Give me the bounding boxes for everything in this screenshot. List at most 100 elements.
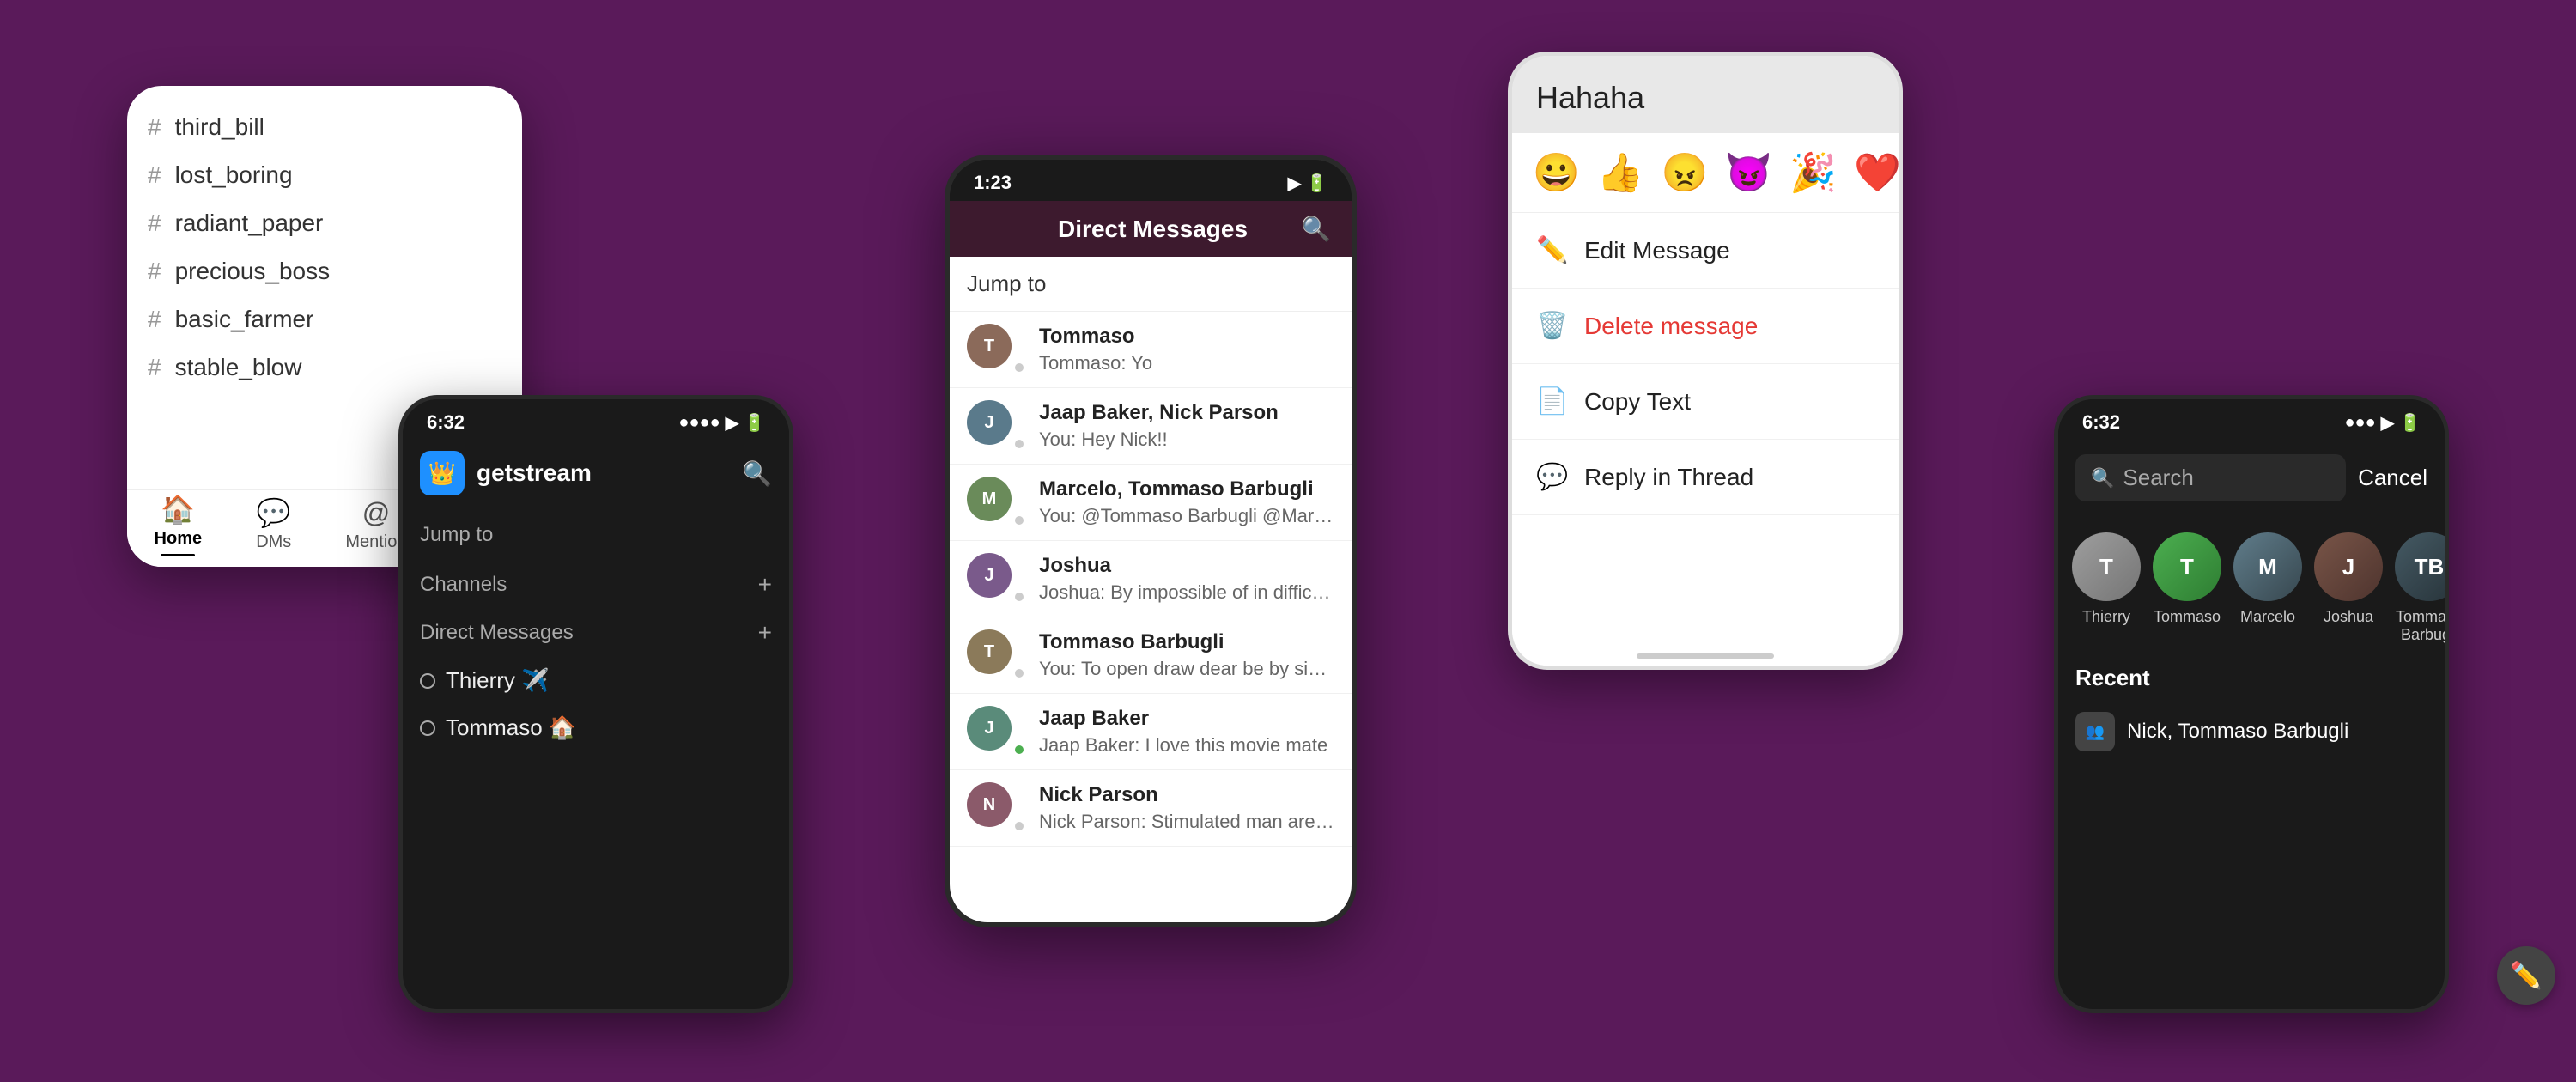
search-input-container[interactable]: 🔍 Search <box>2075 454 2346 501</box>
channel-name: precious_boss <box>175 258 331 285</box>
cancel-button[interactable]: Cancel <box>2358 465 2427 491</box>
dm-message-preview: You: Hey Nick!! <box>1039 429 1334 451</box>
channel-item[interactable]: # precious_boss <box>127 247 522 295</box>
channel-hash: # <box>148 210 161 237</box>
dms-icon: 💬 <box>257 496 291 529</box>
message-text: Hahaha <box>1536 80 1644 115</box>
channel-name: stable_blow <box>175 354 302 381</box>
home-indicator <box>1637 653 1774 659</box>
channel-item[interactable]: #third_bill <box>127 103 522 151</box>
message-preview: Hahaha <box>1512 56 1899 133</box>
jump-to-bar[interactable]: Jump to <box>950 257 1352 312</box>
getstream-logo: 👑 <box>420 451 465 495</box>
add-channel-button[interactable]: + <box>758 571 772 599</box>
reaction-emoji[interactable]: 🎉 <box>1789 150 1837 195</box>
nav-home[interactable]: 🏠 Home <box>155 493 203 556</box>
status-bar: 1:23 ▶ 🔋 <box>950 160 1352 201</box>
reaction-emoji[interactable]: 😈 <box>1725 150 1772 195</box>
dm-message-preview: Tommaso: Yo <box>1039 352 1334 374</box>
dm-list-item[interactable]: T Tommaso Tommaso: Yo <box>950 312 1352 388</box>
avatar-group: M <box>967 477 1027 528</box>
user-avatar-item[interactable]: TB Tommaso Barbugli <box>2395 532 2445 644</box>
context-menu-delete-message[interactable]: 🗑️Delete message <box>1512 289 1899 364</box>
user-avatars-row: T Thierry T Tommaso M Marcelo J Joshua T… <box>2058 515 2445 653</box>
avatar-primary: J <box>967 400 1012 445</box>
reaction-emoji[interactable]: 😀 <box>1533 150 1580 195</box>
dm-list-item[interactable]: J Jaap Baker, Nick Parson You: Hey Nick!… <box>950 388 1352 465</box>
time-display: 1:23 <box>974 172 1012 194</box>
dm-list: T Tommaso Tommaso: Yo J Jaap Baker, Nick… <box>950 312 1352 847</box>
dms-section-header: Direct Messages + <box>420 609 772 657</box>
dm-tommaso[interactable]: Tommaso 🏠 <box>420 704 772 751</box>
wifi-icon: ●●● <box>2344 413 2375 433</box>
user-avatar-item[interactable]: M Marcelo <box>2233 532 2302 644</box>
dm-info: Jaap Baker, Nick Parson You: Hey Nick!! <box>1039 401 1334 451</box>
channel-hash: # <box>148 258 161 285</box>
online-status-dot <box>1013 591 1025 603</box>
add-dm-button[interactable]: + <box>758 619 772 647</box>
user-avatar-item[interactable]: J Joshua <box>2314 532 2383 644</box>
dm-list-item[interactable]: N Nick Parson Nick Parson: Stimulated ma… <box>950 770 1352 847</box>
avatar-primary: T <box>967 629 1012 674</box>
channel-hash: # <box>148 161 161 189</box>
dm-list-content: Jump to T Tommaso Tommaso: Yo J Jaap Bak… <box>950 257 1352 922</box>
nav-mention[interactable]: @ Mention <box>345 497 406 552</box>
user-avatar-item[interactable]: T Tommaso <box>2153 532 2221 644</box>
context-menu-copy-text[interactable]: 📄 Copy Text <box>1512 364 1899 440</box>
dm-list-item[interactable]: J Jaap Baker Jaap Baker: I love this mov… <box>950 694 1352 770</box>
online-status-dot <box>1013 362 1025 374</box>
phone-context-menu: Hahaha 😀👍😠😈🎉❤️😄 ✏️Edit Message🗑️Delete m… <box>1508 52 1903 670</box>
user-avatar: M <box>2233 532 2302 601</box>
dm-list-item[interactable]: T Tommaso Barbugli You: To open draw dea… <box>950 617 1352 694</box>
channel-name: third_bill <box>175 113 264 141</box>
dm-thierry[interactable]: Thierry ✈️ <box>420 657 772 704</box>
channel-hash: # <box>148 306 161 333</box>
channels-label: Channels <box>420 573 507 597</box>
dm-info: Marcelo, Tommaso Barbugli You: @Tommaso … <box>1039 477 1334 527</box>
dm-contact-name: Tommaso Barbugli <box>1039 630 1334 654</box>
channels-section-header: Channels + <box>420 561 772 609</box>
user-name: Joshua <box>2324 608 2373 626</box>
wifi-icon: ●●●● <box>678 413 720 433</box>
channel-name: basic_farmer <box>175 306 314 333</box>
channel-item[interactable]: # lost_boring <box>127 151 522 199</box>
active-indicator <box>161 554 195 556</box>
channel-item[interactable]: # basic_farmer <box>127 295 522 343</box>
jump-to-text: Jump to <box>967 270 1047 296</box>
dm-contact-name: Jaap Baker, Nick Parson <box>1039 401 1334 425</box>
avatar-primary: T <box>967 324 1012 368</box>
recent-item[interactable]: 👥 Nick, Tommaso Barbugli <box>2058 700 2445 763</box>
dm-message-preview: You: @Tommaso Barbugli @Marcelo <box>1039 505 1334 527</box>
recent-section-label: Recent <box>2058 653 2445 700</box>
nav-dms[interactable]: 💬 DMs <box>256 496 291 552</box>
search-time: 6:32 <box>2082 411 2120 434</box>
context-menu-reply-in-thread[interactable]: 💬Reply in Thread <box>1512 440 1899 515</box>
dark-app-header: 👑 getstream 🔍 <box>403 441 789 506</box>
reaction-emoji[interactable]: ❤️ <box>1854 150 1901 195</box>
status-icons: ●●● ▶ 🔋 <box>2344 412 2421 434</box>
channel-name: lost_boring <box>175 161 293 189</box>
dm-list-item[interactable]: M Marcelo, Tommaso Barbugli You: @Tommas… <box>950 465 1352 541</box>
menu-icon: 🗑️ <box>1536 311 1567 341</box>
user-name: Tommaso Barbugli <box>2395 608 2445 644</box>
avatar-group: T <box>967 629 1027 681</box>
wifi-icon: ▶ <box>1288 173 1301 194</box>
user-avatar-item[interactable]: T Thierry <box>2072 532 2141 644</box>
dm-info: Tommaso Tommaso: Yo <box>1039 325 1334 374</box>
reaction-emoji[interactable]: 😠 <box>1662 150 1709 195</box>
menu-label: Copy Text <box>1584 388 1691 416</box>
avatar-group: N <box>967 782 1027 834</box>
context-menu-edit-message[interactable]: ✏️Edit Message <box>1512 213 1899 289</box>
menu-icon: 📄 <box>1536 386 1567 416</box>
dm-contact-name: Marcelo, Tommaso Barbugli <box>1039 477 1334 501</box>
dm-list-item[interactable]: J Joshua Joshua: By impossible of in dif… <box>950 541 1352 617</box>
channel-item[interactable]: #stable_blow <box>127 343 522 392</box>
menu-label: Reply in Thread <box>1584 464 1753 491</box>
channel-item[interactable]: #radiant_paper <box>127 199 522 247</box>
dm-info: Jaap Baker Jaap Baker: I love this movie… <box>1039 707 1334 757</box>
header-search-icon[interactable]: 🔍 <box>1301 215 1331 243</box>
reaction-emoji[interactable]: 👍 <box>1597 150 1644 195</box>
search-icon[interactable]: 🔍 <box>742 459 772 488</box>
search-input[interactable]: Search <box>2123 465 2193 491</box>
reaction-bar: 😀👍😠😈🎉❤️😄 <box>1512 133 1899 213</box>
